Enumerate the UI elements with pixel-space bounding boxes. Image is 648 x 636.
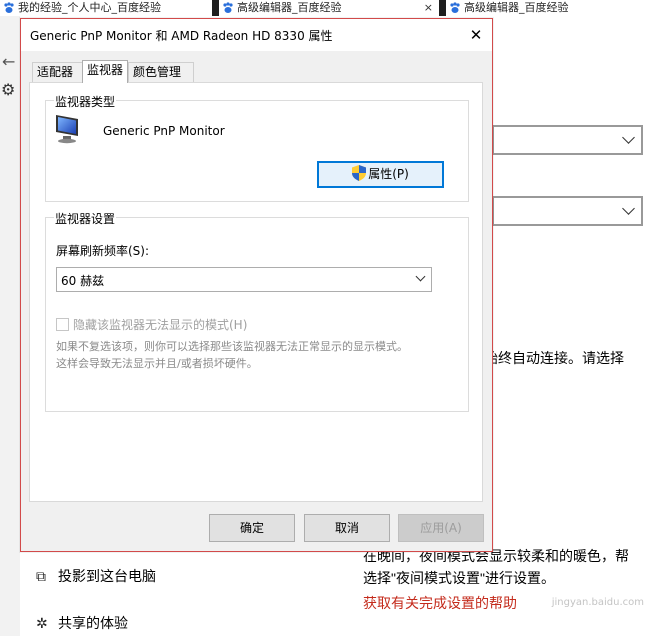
monitor-icon — [54, 112, 82, 144]
hide-modes-checkbox-row[interactable]: 隐藏该监视器无法显示的模式(H) — [56, 316, 248, 332]
tab-monitor[interactable]: 监视器 — [82, 60, 128, 83]
dialog-title: Generic PnP Monitor 和 AMD Radeon HD 8330… — [30, 29, 333, 43]
night-light-description-2: 选择"夜间模式设置"进行设置。 — [363, 570, 555, 586]
shared-experiences-icon: ✲ — [36, 616, 48, 632]
apply-button[interactable]: 应用(A) — [398, 514, 484, 542]
hide-modes-checkbox[interactable] — [56, 318, 69, 331]
description-line: 这样会导致无法显示并且/或者损坏硬件。 — [56, 357, 258, 370]
tab-color-management[interactable]: 颜色管理 — [128, 62, 194, 82]
settings-partial-text: 络始终自动连接。请选择 — [470, 350, 624, 366]
browser-tab-label: 高级编辑器_百度经验 — [237, 1, 342, 14]
monitor-settings-group-label: 监视器设置 — [54, 210, 117, 227]
tab-adapter[interactable]: 适配器 — [32, 62, 84, 82]
description-line: 如果不复选该项，则你可以选择那些该监视器无法正常显示的显示模式。 — [56, 340, 408, 353]
refresh-rate-value: 60 赫兹 — [61, 274, 105, 288]
properties-button[interactable]: 属性(P) — [317, 161, 444, 188]
refresh-rate-select[interactable]: 60 赫兹 — [56, 267, 432, 292]
browser-tab-personal-center[interactable]: 我的经验_个人中心_百度经验 — [0, 0, 212, 16]
nav-item-label: 共享的体验 — [58, 616, 128, 632]
help-link[interactable]: 获取有关完成设置的帮助 — [363, 593, 517, 613]
nav-item-label: 投影到这台电脑 — [58, 569, 156, 585]
browser-tab-advanced-editor-2[interactable]: 高级编辑器_百度经验 — [446, 0, 648, 16]
watermark: jingyan.baidu.com — [551, 597, 644, 608]
monitor-settings-group: 监视器设置 屏幕刷新频率(S): 60 赫兹 隐藏该监视器无法显示的模式(H) … — [45, 210, 469, 412]
dialog-titlebar[interactable]: Generic PnP Monitor 和 AMD Radeon HD 8330… — [21, 19, 492, 51]
nav-item-shared-experiences[interactable]: ✲ 共享的体验 — [36, 613, 128, 633]
tab-close-icon[interactable]: × — [424, 0, 433, 16]
monitor-type-group-label: 监视器类型 — [54, 93, 117, 110]
browser-tab-strip: 我的经验_个人中心_百度经验 高级编辑器_百度经验 × 高级编辑器_百度经验 — [0, 0, 648, 16]
settings-left-rail: ← ⚙ — [0, 16, 20, 636]
properties-button-label: 属性(P) — [368, 167, 409, 181]
chevron-down-icon — [415, 271, 426, 282]
chevron-down-icon — [622, 131, 635, 144]
back-arrow-icon[interactable]: ← — [2, 52, 15, 71]
cancel-button[interactable]: 取消 — [304, 514, 390, 542]
monitor-tab-panel: 监视器类型 Generic PnP Monitor 属性(P) 监视器设置 屏幕… — [29, 82, 483, 502]
monitor-properties-dialog: Generic PnP Monitor 和 AMD Radeon HD 8330… — [20, 18, 493, 552]
gear-icon[interactable]: ⚙ — [1, 80, 15, 99]
hide-modes-label: 隐藏该监视器无法显示的模式(H) — [73, 318, 248, 332]
chevron-down-icon — [622, 202, 635, 215]
nav-item-project-to-pc[interactable]: ⧉ 投影到这台电脑 — [36, 566, 156, 586]
browser-tab-advanced-editor-1[interactable]: 高级编辑器_百度经验 × — [219, 0, 439, 16]
refresh-rate-label: 屏幕刷新频率(S): — [56, 244, 150, 258]
baidu-paw-icon — [3, 2, 15, 14]
browser-tab-label: 高级编辑器_百度经验 — [464, 1, 569, 14]
baidu-paw-icon — [449, 2, 461, 14]
ok-button[interactable]: 确定 — [209, 514, 295, 542]
hide-modes-description: 如果不复选该项，则你可以选择那些该监视器无法正常显示的显示模式。 这样会导致无法… — [56, 338, 451, 372]
monitor-name: Generic PnP Monitor — [103, 124, 225, 138]
project-icon: ⧉ — [36, 569, 46, 585]
monitor-type-group: 监视器类型 Generic PnP Monitor 属性(P) — [45, 93, 469, 202]
settings-dropdown-1[interactable] — [492, 125, 643, 155]
browser-tab-label: 我的经验_个人中心_百度经验 — [18, 1, 161, 14]
uac-shield-icon — [352, 165, 367, 181]
settings-dropdown-2[interactable] — [492, 196, 643, 226]
close-icon[interactable]: ✕ — [464, 23, 488, 47]
baidu-paw-icon — [222, 2, 234, 14]
